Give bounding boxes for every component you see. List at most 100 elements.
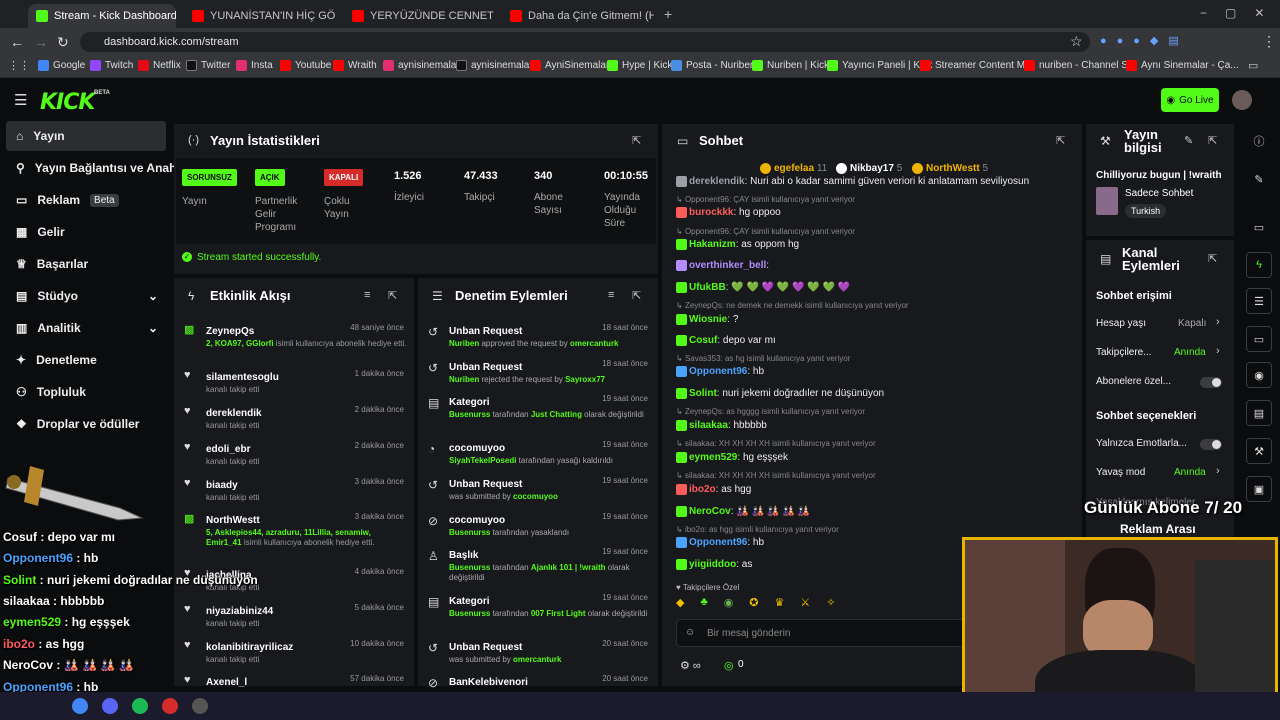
emote-only-toggle[interactable]	[1200, 439, 1222, 450]
moderation-item[interactable]: ◔ cocomuyoo SiyahTekelPosedi tarafından ya…	[428, 440, 650, 466]
url-field[interactable]: dashboard.kick.com/stream	[80, 32, 1090, 52]
expand-icon[interactable]: ⇱	[1208, 252, 1217, 265]
chevron-right-icon[interactable]: ›	[1216, 465, 1220, 477]
filter-icon[interactable]: ≡	[364, 289, 370, 301]
discord-icon[interactable]	[102, 698, 118, 714]
bookmark-item[interactable]: aynisinemalar	[383, 60, 460, 71]
info-icon[interactable]: ⓘ	[1246, 128, 1272, 154]
edit-icon[interactable]: ✎	[1246, 166, 1272, 192]
expand-icon[interactable]: ⇱	[1056, 134, 1065, 147]
activity-item[interactable]: ▩ ZeynepQs 2, KOA97, GGlorfi isimli kullan…	[184, 323, 408, 349]
chat-message[interactable]: Cosuf: depo var mı	[676, 335, 776, 346]
tab-youtube-3[interactable]: Daha da Çin'e Gitmem! (Hafta ✕	[502, 4, 654, 28]
actions-icon[interactable]: ▤	[1246, 400, 1272, 426]
sidebar-item-droplar[interactable]: ❖ Droplar ve ödüller	[6, 409, 166, 439]
activity-item[interactable]: ♥ niyaziabiniz44 kanalı takip etti 5 dakika…	[184, 603, 408, 629]
chat-message[interactable]: Opponent96: hb	[676, 366, 764, 377]
chat-message[interactable]: yiigiiddoo: as	[676, 559, 752, 570]
top-gifter[interactable]: NorthWestt 5	[912, 163, 988, 174]
extensions-icons[interactable]: ●●●◆▤	[1100, 34, 1189, 47]
bookmark-item[interactable]: Streamer Content M...	[920, 60, 1033, 71]
bookmarks-folder-icon[interactable]: ▭	[1248, 59, 1258, 72]
expand-icon[interactable]: ⇱	[632, 289, 641, 302]
app-icon[interactable]	[162, 698, 178, 714]
chat-message[interactable]: eymen529: hg eşşşek	[676, 452, 788, 463]
chat-message[interactable]: ibo2o: as hgg	[676, 484, 751, 495]
emote-bar[interactable]: ◆ ♣ ◉ ✪ ♛ ⚔ ✧	[676, 596, 966, 614]
chat-settings-icon[interactable]: ⚙ ∞	[680, 659, 701, 672]
chat-message[interactable]: NeroCov: 🎎 🎎 🎎 🎎 🎎	[676, 506, 810, 517]
bookmark-item[interactable]: Google	[38, 60, 85, 71]
layout-icon[interactable]: ▣	[1246, 476, 1272, 502]
go-live-button[interactable]: ◉ Go Live	[1161, 88, 1219, 112]
chat-message[interactable]: burockkk: hg oppoo	[676, 207, 781, 218]
chrome-icon[interactable]	[72, 698, 88, 714]
bookmark-item[interactable]: Wraith	[333, 60, 377, 71]
subs-only-toggle[interactable]	[1200, 377, 1222, 388]
top-gifter[interactable]: Nikbay17 5	[836, 163, 902, 174]
top-gifter[interactable]: egefelaa 11	[760, 163, 827, 174]
edit-icon[interactable]: ✎	[1184, 134, 1193, 147]
moderation-item[interactable]: ↺ Unban Request was submitted by cocomuyoo…	[428, 476, 650, 502]
activity-item[interactable]: ♥ kolanibitirayrilicaz kanalı takip etti 10…	[184, 639, 408, 665]
bookmark-item[interactable]: Aynı Sinemalar - Ça...	[1126, 60, 1239, 71]
sidebar-item-basarilar[interactable]: ♕ Başarılar	[6, 249, 166, 279]
activity-item[interactable]: ▩ NorthWestt 5, Asklepios44, azraduru, 11L…	[184, 512, 408, 548]
moderation-item[interactable]: ↺ Unban Request Nuriben rejected the reque…	[428, 359, 650, 385]
chat-message[interactable]: overthinker_bell:	[676, 260, 769, 271]
moderation-item[interactable]: ⊘ cocomuyoo Busenurss tarafından yasakland…	[428, 512, 650, 538]
sidebar-item-gelir[interactable]: ▦ Gelir	[6, 217, 166, 247]
sidebar-item-stream-key[interactable]: ⚲ Yayın Bağlantısı ve Anahtar	[6, 153, 192, 183]
hamburger-menu-icon[interactable]: ☰	[14, 91, 27, 109]
bookmark-item[interactable]: Nuriben | Kick	[752, 60, 829, 71]
moderation-item[interactable]: ↺ Unban Request Nuriben approved the reque…	[428, 323, 650, 349]
bookmark-item[interactable]: Yayıncı Paneli | Kick	[827, 60, 932, 71]
tab-kick-dashboard[interactable]: Stream - Kick Dashboard ✕	[28, 4, 176, 28]
chat-message[interactable]: silaakaa: hbbbbb	[676, 420, 767, 431]
obs-icon[interactable]	[192, 698, 208, 714]
list-icon[interactable]: ☰	[1246, 288, 1272, 314]
moderation-item[interactable]: ⊘ BanKelebivenori 20 saat önce	[428, 674, 650, 690]
new-tab-icon[interactable]: +	[664, 6, 672, 22]
chevron-right-icon[interactable]: ›	[1216, 345, 1220, 357]
chat-message[interactable]: Hakanizm: as oppom hg	[676, 239, 799, 250]
moderation-item[interactable]: ▤ Kategori Busenurss tarafından Just Chatt…	[428, 394, 650, 420]
bookmark-item[interactable]: Youtube	[280, 60, 331, 71]
menu-kebab-icon[interactable]: ⋮	[1262, 33, 1276, 50]
followers-only-value[interactable]: Anında	[1174, 347, 1206, 358]
chat-icon[interactable]: ▭	[1246, 326, 1272, 352]
sidebar-item-denetleme[interactable]: ✦ Denetleme	[6, 345, 166, 375]
bookmark-item[interactable]: Twitter	[186, 60, 230, 71]
apps-grid-icon[interactable]: ⋮⋮	[8, 59, 30, 72]
moderation-item[interactable]: ▤ Kategori Busenurss tarafından 007 First …	[428, 593, 650, 619]
back-icon[interactable]: ←	[10, 34, 24, 50]
sidebar-item-yayin[interactable]: ⌂ Yayın	[6, 121, 166, 151]
activity-item[interactable]: ♥ Axenel_l 57 dakika önce	[184, 674, 408, 690]
window-controls[interactable]: −▢✕	[1200, 6, 1280, 20]
chat-message[interactable]: Wiosnie: ?	[676, 314, 738, 325]
activity-item[interactable]: ♥ dereklendik kanalı takip etti 2 dakika ön…	[184, 405, 408, 431]
expand-icon[interactable]: ⇱	[632, 134, 641, 147]
activity-item[interactable]: ♥ silamentesoglu kanalı takip etti 1 dakika…	[184, 369, 408, 395]
sidebar-item-topluluk[interactable]: ⚇ Topluluk	[6, 377, 166, 407]
moderation-item[interactable]: ♙ Başlık Busenurss tarafından Ajanlık 101 …	[428, 547, 650, 583]
bookmark-item[interactable]: nuriben - Channel S...	[1024, 60, 1136, 71]
chat-message[interactable]: UfukBB: 💚 💚 💜 💚 💜 💚 💚 💜	[676, 282, 850, 293]
expand-icon[interactable]: ⇱	[388, 289, 397, 302]
emoji-icon[interactable]: ☺	[685, 627, 695, 638]
kick-logo[interactable]: KICK	[40, 90, 95, 115]
sidebar-item-studyo[interactable]: ▤ Stüdyo ⌄	[6, 281, 166, 311]
bookmark-item[interactable]: Hype | Kick	[607, 60, 672, 71]
avatar[interactable]	[1232, 90, 1252, 110]
tab-youtube-2[interactable]: YERYÜZÜNDE CENNETİ BULDU ✕	[344, 4, 494, 28]
sidebar-item-reklam[interactable]: ▭ Reklam Beta	[6, 185, 166, 215]
bookmark-item[interactable]: aynisinemalar	[456, 60, 533, 71]
forward-icon[interactable]: →	[34, 34, 48, 50]
chat-message[interactable]: dereklendik: Nuri abi o kadar samimi güv…	[676, 176, 1029, 187]
account-age-value[interactable]: Kapalı	[1178, 318, 1206, 329]
spotify-icon[interactable]	[132, 698, 148, 714]
bookmark-item[interactable]: Insta	[236, 60, 273, 71]
bookmark-item[interactable]: Posta - Nuriben	[671, 60, 755, 71]
chevron-right-icon[interactable]: ›	[1216, 316, 1220, 328]
activity-item[interactable]: ♥ biaady kanalı takip etti 3 dakika önce	[184, 477, 408, 503]
